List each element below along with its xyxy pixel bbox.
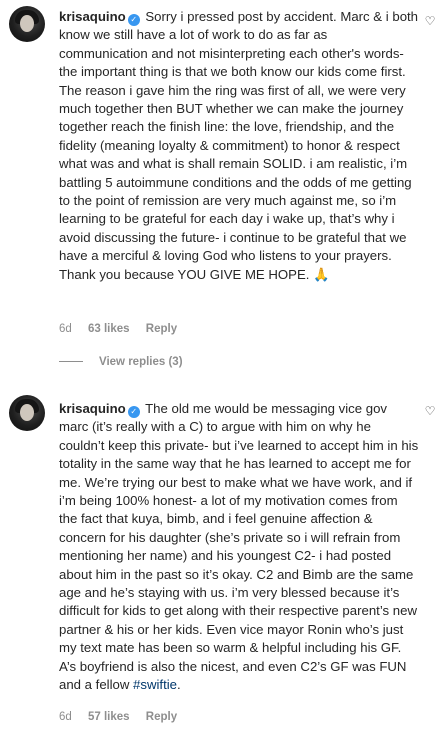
view-replies-label: View replies (3): [99, 356, 183, 368]
view-replies-button[interactable]: View replies (3): [59, 356, 183, 368]
username[interactable]: krisaquino: [59, 9, 126, 24]
like-count[interactable]: 63 likes: [88, 323, 130, 335]
hashtag-link[interactable]: #swiftie: [133, 677, 177, 692]
comment-body: The old me would be messaging vice gov m…: [59, 401, 419, 693]
comment-body: Sorry i pressed post by accident. Marc &…: [59, 9, 419, 282]
like-heart-icon[interactable]: ♡: [423, 404, 437, 418]
divider: [59, 361, 83, 363]
comment-time: 6d: [59, 711, 72, 723]
verified-badge-icon: ✓: [127, 14, 140, 26]
comment-body-end: .: [177, 677, 181, 693]
avatar[interactable]: [9, 395, 45, 431]
reply-button[interactable]: Reply: [146, 323, 177, 335]
comment-meta: 6d 57 likes Reply: [59, 711, 190, 723]
reply-button[interactable]: Reply: [146, 711, 177, 723]
username[interactable]: krisaquino: [59, 401, 126, 416]
like-heart-icon[interactable]: ♡: [423, 14, 437, 28]
comment-text: krisaquino ✓ The old me would be messagin…: [59, 400, 419, 695]
comment-meta: 6d 63 likes Reply: [59, 323, 190, 335]
verified-badge-icon: ✓: [127, 406, 140, 418]
avatar[interactable]: [9, 6, 45, 42]
comment-text: krisaquino ✓ Sorry i pressed post by acci…: [59, 8, 419, 284]
comment-time: 6d: [59, 323, 72, 335]
like-count[interactable]: 57 likes: [88, 711, 130, 723]
